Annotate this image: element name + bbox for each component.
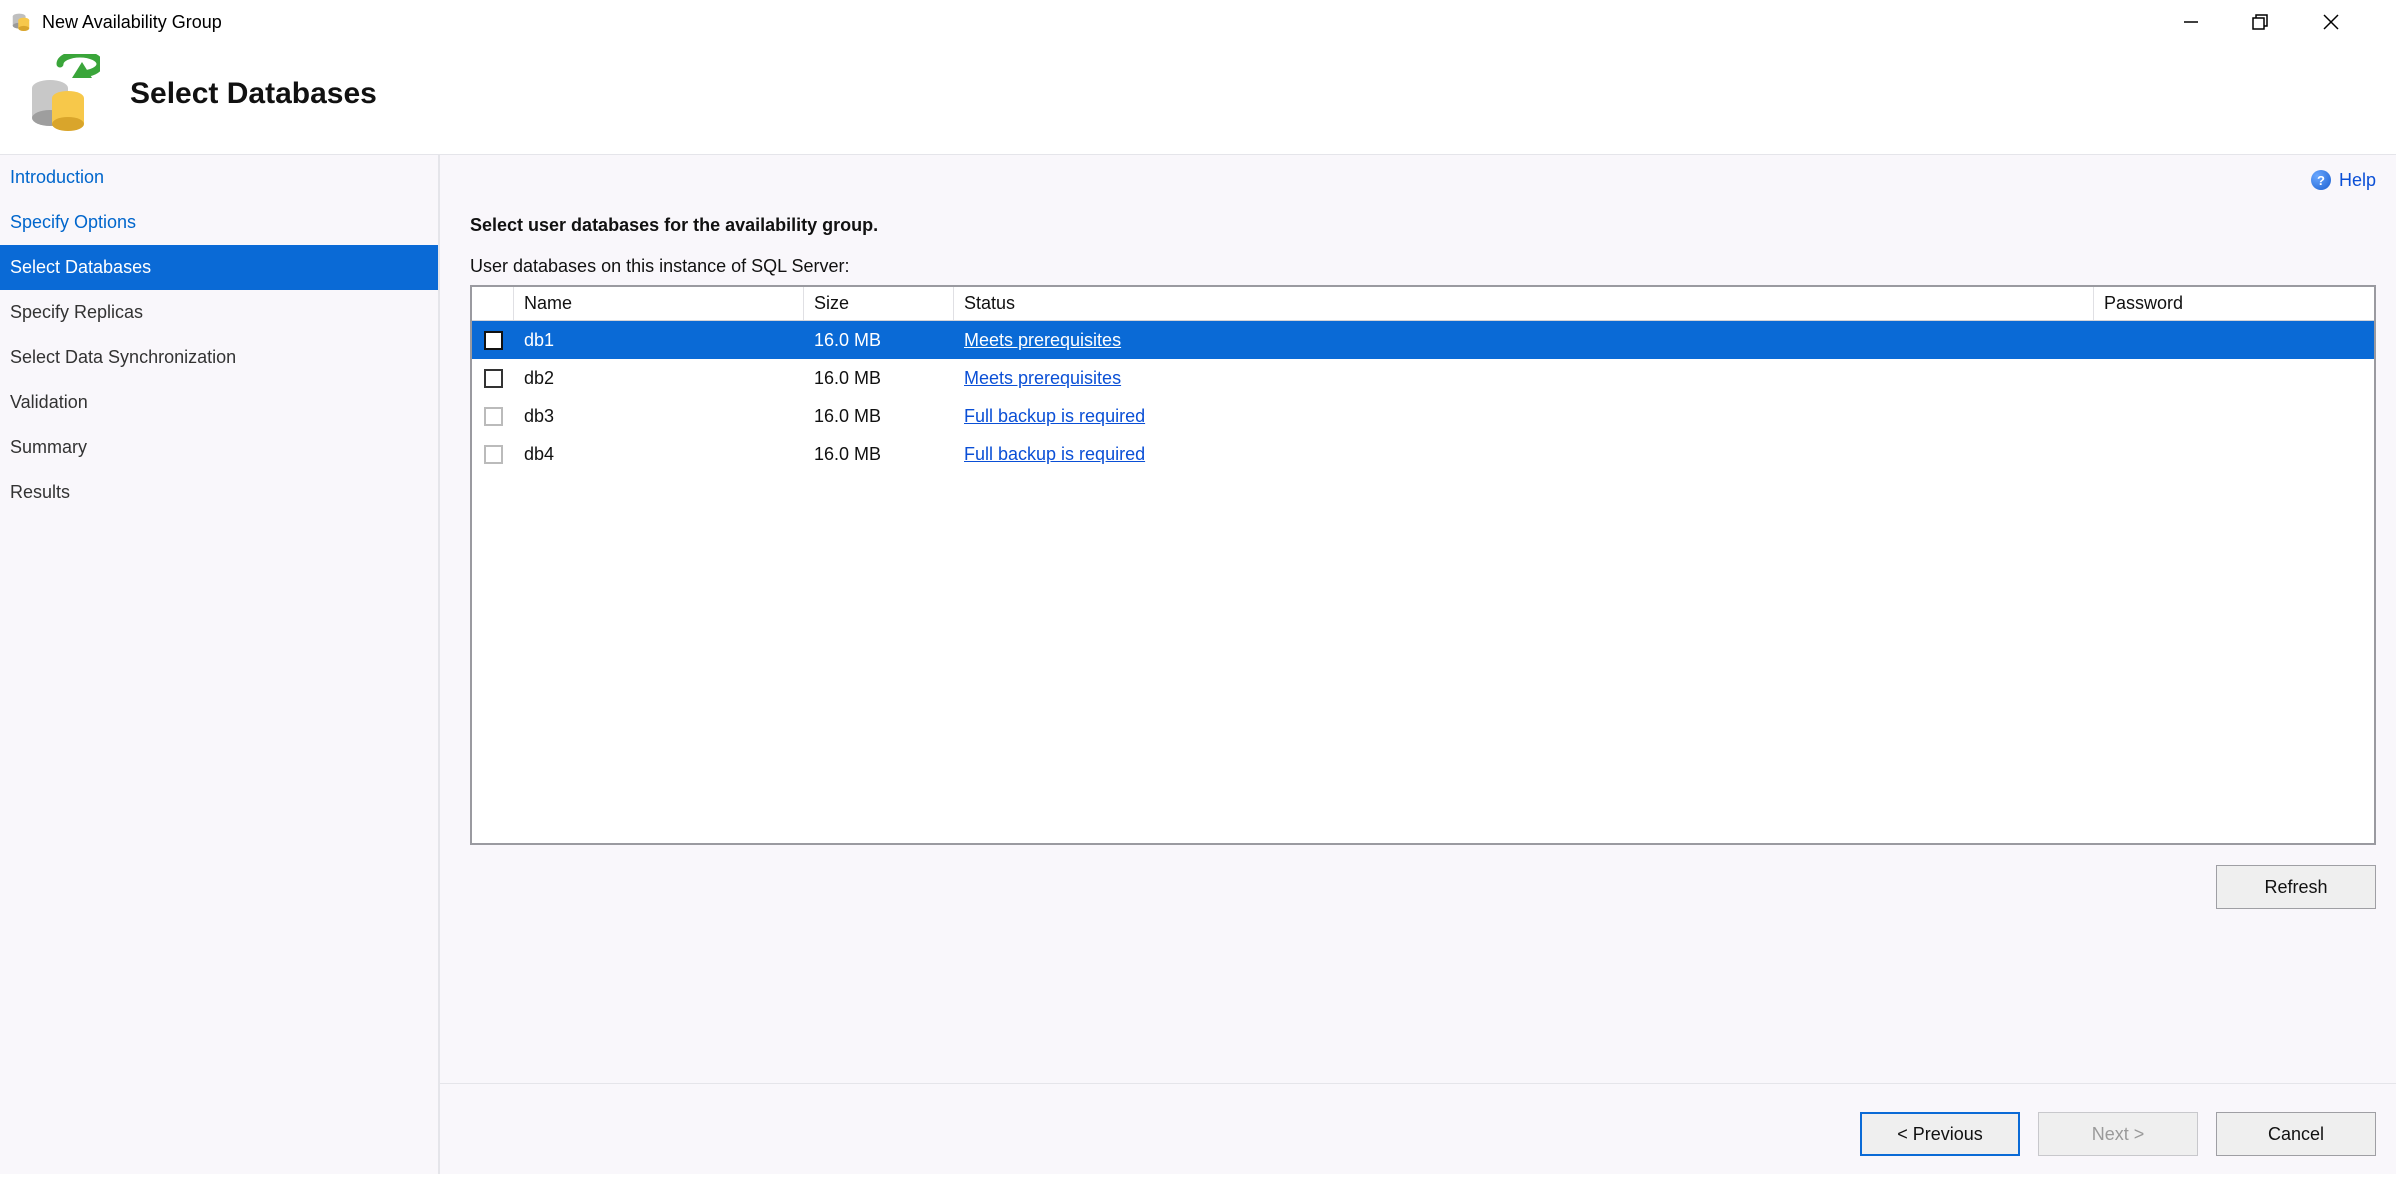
table-body: db1 16.0 MB Meets prerequisites db2 16.0…	[472, 321, 2374, 843]
sidebar-item-label: Specify Options	[10, 212, 136, 232]
minimize-button[interactable]	[2156, 0, 2226, 44]
sidebar-item-label: Summary	[10, 437, 87, 457]
row-name: db1	[514, 330, 804, 351]
row-status: Full backup is required	[954, 444, 2094, 465]
col-size[interactable]: Size	[804, 287, 954, 320]
section-title: Select user databases for the availabili…	[470, 215, 2386, 236]
sidebar-item-introduction[interactable]: Introduction	[0, 155, 438, 200]
page-title: Select Databases	[130, 77, 377, 111]
previous-label: < Previous	[1897, 1124, 1983, 1145]
sidebar-item-summary[interactable]: Summary	[0, 425, 438, 470]
maximize-button[interactable]	[2226, 0, 2296, 44]
sidebar-item-label: Select Data Synchronization	[10, 347, 236, 367]
row-checkbox[interactable]	[484, 331, 503, 350]
row-status: Meets prerequisites	[954, 330, 2094, 351]
row-checkbox	[484, 407, 503, 426]
col-name-label: Name	[524, 293, 572, 313]
row-name: db3	[514, 406, 804, 427]
sidebar-item-label: Validation	[10, 392, 88, 412]
wizard-main: ? Help Select user databases for the ava…	[440, 155, 2396, 1174]
help-label: Help	[2339, 170, 2376, 191]
sidebar-item-select-databases[interactable]: Select Databases	[0, 245, 438, 290]
row-size: 16.0 MB	[804, 330, 954, 351]
row-status: Full backup is required	[954, 406, 2094, 427]
col-name[interactable]: Name	[514, 287, 804, 320]
table-row[interactable]: db3 16.0 MB Full backup is required	[472, 397, 2374, 435]
cancel-label: Cancel	[2268, 1124, 2324, 1145]
sidebar-item-specify-replicas[interactable]: Specify Replicas	[0, 290, 438, 335]
row-checkbox-cell	[472, 331, 514, 350]
refresh-row: Refresh	[470, 845, 2386, 909]
sidebar-item-results[interactable]: Results	[0, 470, 438, 515]
row-status: Meets prerequisites	[954, 368, 2094, 389]
refresh-label: Refresh	[2264, 877, 2327, 898]
row-checkbox[interactable]	[484, 369, 503, 388]
subtitle: User databases on this instance of SQL S…	[470, 256, 2386, 277]
col-password[interactable]: Password	[2094, 287, 2374, 320]
help-row: ? Help	[470, 155, 2386, 205]
row-name: db2	[514, 368, 804, 389]
col-checkbox[interactable]	[472, 287, 514, 320]
row-size: 16.0 MB	[804, 444, 954, 465]
header-area: Select Databases	[0, 44, 2396, 154]
table-row[interactable]: db1 16.0 MB Meets prerequisites	[472, 321, 2374, 359]
footer-divider	[440, 1083, 2396, 1084]
close-button[interactable]	[2296, 0, 2366, 44]
status-link[interactable]: Full backup is required	[964, 406, 1145, 426]
previous-button[interactable]: < Previous	[1860, 1112, 2020, 1156]
col-status[interactable]: Status	[954, 287, 2094, 320]
status-link[interactable]: Meets prerequisites	[964, 330, 1121, 350]
window-controls	[2156, 0, 2396, 44]
table-header: Name Size Status Password	[472, 287, 2374, 321]
row-name: db4	[514, 444, 804, 465]
row-checkbox-cell	[472, 445, 514, 464]
titlebar: New Availability Group	[0, 0, 2396, 44]
table-row[interactable]: db4 16.0 MB Full backup is required	[472, 435, 2374, 473]
sidebar-item-label: Introduction	[10, 167, 104, 187]
database-refresh-icon	[20, 54, 100, 134]
app-icon	[10, 11, 32, 33]
row-size: 16.0 MB	[804, 406, 954, 427]
sidebar-item-specify-options[interactable]: Specify Options	[0, 200, 438, 245]
refresh-button[interactable]: Refresh	[2216, 865, 2376, 909]
col-password-label: Password	[2104, 293, 2183, 313]
database-table: Name Size Status Password db1 16.0 MB Me…	[470, 285, 2376, 845]
wizard-sidebar: Introduction Specify Options Select Data…	[0, 155, 440, 1174]
col-status-label: Status	[964, 293, 1015, 313]
sidebar-item-label: Results	[10, 482, 70, 502]
sidebar-item-label: Select Databases	[10, 257, 151, 277]
next-button: Next >	[2038, 1112, 2198, 1156]
sidebar-item-label: Specify Replicas	[10, 302, 143, 322]
row-checkbox-cell	[472, 407, 514, 426]
wizard-footer: < Previous Next > Cancel	[1860, 1112, 2376, 1156]
sidebar-item-validation[interactable]: Validation	[0, 380, 438, 425]
table-row[interactable]: db2 16.0 MB Meets prerequisites	[472, 359, 2374, 397]
status-link[interactable]: Full backup is required	[964, 444, 1145, 464]
help-link[interactable]: ? Help	[2311, 170, 2376, 191]
col-size-label: Size	[814, 293, 849, 313]
wizard-body: Introduction Specify Options Select Data…	[0, 154, 2396, 1174]
cancel-button[interactable]: Cancel	[2216, 1112, 2376, 1156]
sidebar-item-select-data-sync[interactable]: Select Data Synchronization	[0, 335, 438, 380]
status-link[interactable]: Meets prerequisites	[964, 368, 1121, 388]
window-title: New Availability Group	[42, 12, 222, 33]
help-icon: ?	[2311, 170, 2331, 190]
next-label: Next >	[2092, 1124, 2145, 1145]
row-checkbox	[484, 445, 503, 464]
row-checkbox-cell	[472, 369, 514, 388]
row-size: 16.0 MB	[804, 368, 954, 389]
